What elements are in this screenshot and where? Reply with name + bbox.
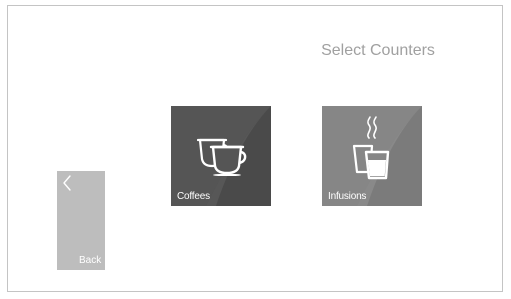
tea-glasses-icon xyxy=(352,116,390,180)
coffees-label: Coffees xyxy=(177,191,210,202)
chevron-left-icon xyxy=(63,175,71,191)
infusions-label: Infusions xyxy=(328,191,367,202)
infusions-tile[interactable]: Infusions xyxy=(322,106,422,206)
back-label: Back xyxy=(79,255,102,266)
back-button[interactable]: Back xyxy=(57,171,105,270)
coffees-tile[interactable]: Coffees xyxy=(171,106,271,206)
screen-frame: Select Counters Back Coffees Infusions xyxy=(7,5,503,292)
coffee-cups-icon xyxy=(197,138,247,176)
page-title: Select Counters xyxy=(321,42,435,59)
